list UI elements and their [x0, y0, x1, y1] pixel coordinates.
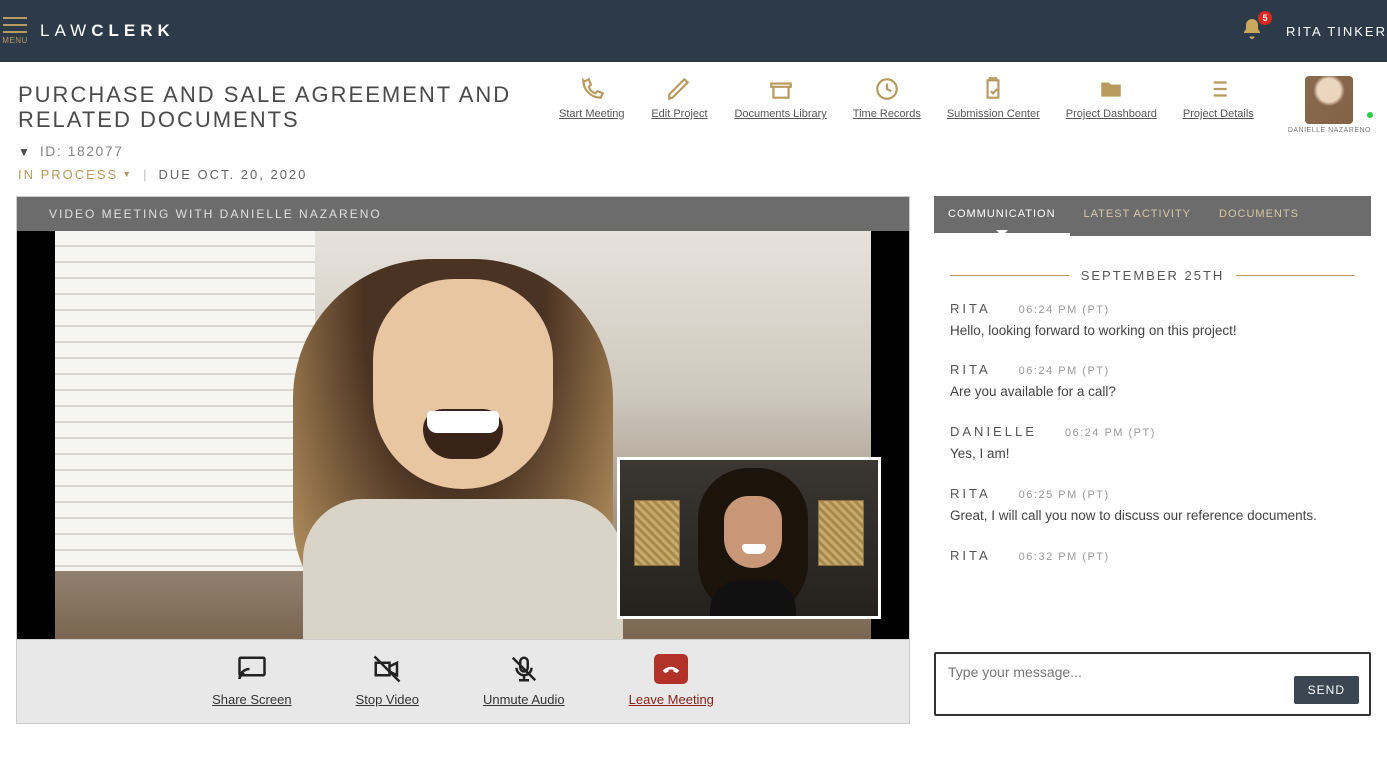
chat-log[interactable]: SEPTEMBER 25TH RITA 06:24 PM (PT) Hello,… [934, 236, 1371, 634]
submission-center-label: Submission Center [947, 108, 1040, 121]
menu-label: MENU [2, 36, 28, 45]
folder-icon [1097, 76, 1125, 102]
stop-video-label: Stop Video [356, 692, 419, 707]
chat-message: RITA 06:24 PM (PT) Hello, looking forwar… [950, 301, 1355, 341]
side-panel: COMMUNICATION LATEST ACTIVITY DOCUMENTS … [934, 196, 1371, 724]
project-title: PURCHASE AND SALE AGREEMENT AND RELATED … [18, 82, 559, 133]
logo: LAWCLERK [40, 21, 175, 41]
tab-documents[interactable]: DOCUMENTS [1205, 196, 1313, 236]
msg-body: Are you available for a call? [950, 383, 1355, 402]
chat-message: RITA 06:24 PM (PT) Are you available for… [950, 362, 1355, 402]
mic-off-icon [507, 654, 541, 684]
msg-time: 06:24 PM (PT) [1065, 427, 1156, 439]
assignee-block[interactable]: DANIELLE NAZARENO [1288, 76, 1371, 134]
project-dashboard-tool[interactable]: Project Dashboard [1066, 76, 1157, 121]
video-off-icon [370, 654, 404, 684]
msg-body: Yes, I am! [950, 445, 1355, 464]
top-bar: MENU LAWCLERK 5 RITA TINKER [0, 0, 1387, 62]
status-badge[interactable]: IN PROCESS ▼ [18, 167, 133, 182]
archive-icon [767, 76, 795, 102]
hangup-icon [659, 659, 683, 679]
msg-time: 06:25 PM (PT) [1019, 489, 1110, 501]
documents-library-tool[interactable]: Documents Library [734, 76, 826, 121]
time-records-tool[interactable]: Time Records [853, 76, 921, 121]
pencil-icon [665, 76, 693, 102]
assignee-name: DANIELLE NAZARENO [1288, 127, 1371, 134]
edit-project-tool[interactable]: Edit Project [650, 76, 708, 121]
share-screen-label: Share Screen [212, 692, 292, 707]
notification-count: 5 [1258, 11, 1272, 25]
msg-from: RITA [950, 486, 991, 501]
unmute-audio-button[interactable]: Unmute Audio [483, 654, 565, 707]
hamburger-icon [3, 17, 27, 33]
notifications-bell[interactable]: 5 [1240, 17, 1264, 46]
message-input[interactable] [948, 664, 1294, 704]
chevron-down-icon: ▼ [122, 169, 133, 179]
share-screen-button[interactable]: Share Screen [212, 654, 292, 707]
msg-time: 06:24 PM (PT) [1019, 304, 1110, 316]
unmute-audio-label: Unmute Audio [483, 692, 565, 707]
cast-icon [235, 654, 269, 684]
time-records-label: Time Records [853, 108, 921, 121]
tab-communication[interactable]: COMMUNICATION [934, 196, 1070, 236]
leave-meeting-label: Leave Meeting [629, 692, 714, 707]
main-area: VIDEO MEETING WITH DANIELLE NAZARENO [0, 196, 1387, 724]
project-details-label: Project Details [1183, 108, 1254, 121]
video-title: VIDEO MEETING WITH DANIELLE NAZARENO [17, 197, 909, 231]
leave-meeting-button[interactable]: Leave Meeting [629, 654, 714, 707]
video-stage [17, 231, 909, 639]
status-text: IN PROCESS [18, 167, 118, 182]
clipboard-icon [979, 76, 1007, 102]
project-id: ID: 182077 [40, 143, 124, 159]
project-header: PURCHASE AND SALE AGREEMENT AND RELATED … [0, 62, 1387, 196]
phone-icon [578, 76, 606, 102]
msg-from: DANIELLE [950, 424, 1037, 439]
video-controls: Share Screen Stop Video Unmute Audio Lea… [17, 639, 909, 723]
stop-video-button[interactable]: Stop Video [356, 654, 419, 707]
date-divider: SEPTEMBER 25TH [950, 268, 1355, 283]
logo-bold: CLERK [91, 21, 175, 40]
hangup-icon-box [654, 654, 688, 684]
documents-library-label: Documents Library [734, 108, 826, 121]
chat-message: RITA 06:25 PM (PT) Great, I will call yo… [950, 486, 1355, 526]
local-video-pip[interactable] [617, 457, 881, 619]
submission-center-tool[interactable]: Submission Center [947, 76, 1040, 121]
due-date: DUE OCT. 20, 2020 [159, 167, 308, 182]
msg-from: RITA [950, 548, 991, 563]
project-details-tool[interactable]: Project Details [1183, 76, 1254, 121]
message-composer: SEND [934, 652, 1371, 716]
date-label: SEPTEMBER 25TH [1081, 268, 1225, 283]
edit-project-label: Edit Project [651, 108, 707, 121]
start-meeting-label: Start Meeting [559, 108, 624, 121]
assignee-avatar [1305, 76, 1353, 124]
side-tabs: COMMUNICATION LATEST ACTIVITY DOCUMENTS [934, 196, 1371, 236]
project-dashboard-label: Project Dashboard [1066, 108, 1157, 121]
msg-body: Hello, looking forward to working on thi… [950, 322, 1355, 341]
msg-time: 06:24 PM (PT) [1019, 365, 1110, 377]
tab-latest-activity[interactable]: LATEST ACTIVITY [1070, 196, 1206, 236]
title-dropdown-icon[interactable]: ▼ [18, 145, 30, 159]
clock-icon [873, 76, 901, 102]
send-button[interactable]: SEND [1294, 676, 1359, 704]
video-panel: VIDEO MEETING WITH DANIELLE NAZARENO [16, 196, 910, 724]
msg-time: 06:32 PM (PT) [1019, 551, 1110, 563]
msg-from: RITA [950, 362, 991, 377]
msg-from: RITA [950, 301, 991, 316]
list-icon [1204, 76, 1232, 102]
current-user[interactable]: RITA TINKER [1286, 24, 1387, 39]
presence-indicator [1365, 110, 1375, 120]
menu-toggle[interactable]: MENU [2, 17, 28, 45]
chat-message: DANIELLE 06:24 PM (PT) Yes, I am! [950, 424, 1355, 464]
msg-body: Great, I will call you now to discuss ou… [950, 507, 1355, 526]
start-meeting-tool[interactable]: Start Meeting [559, 76, 624, 121]
logo-light: LAW [40, 21, 91, 40]
toolbar: Start Meeting Edit Project Documents Lib… [559, 76, 1371, 134]
chat-message: RITA 06:32 PM (PT) [950, 548, 1355, 563]
separator: | [143, 167, 148, 182]
